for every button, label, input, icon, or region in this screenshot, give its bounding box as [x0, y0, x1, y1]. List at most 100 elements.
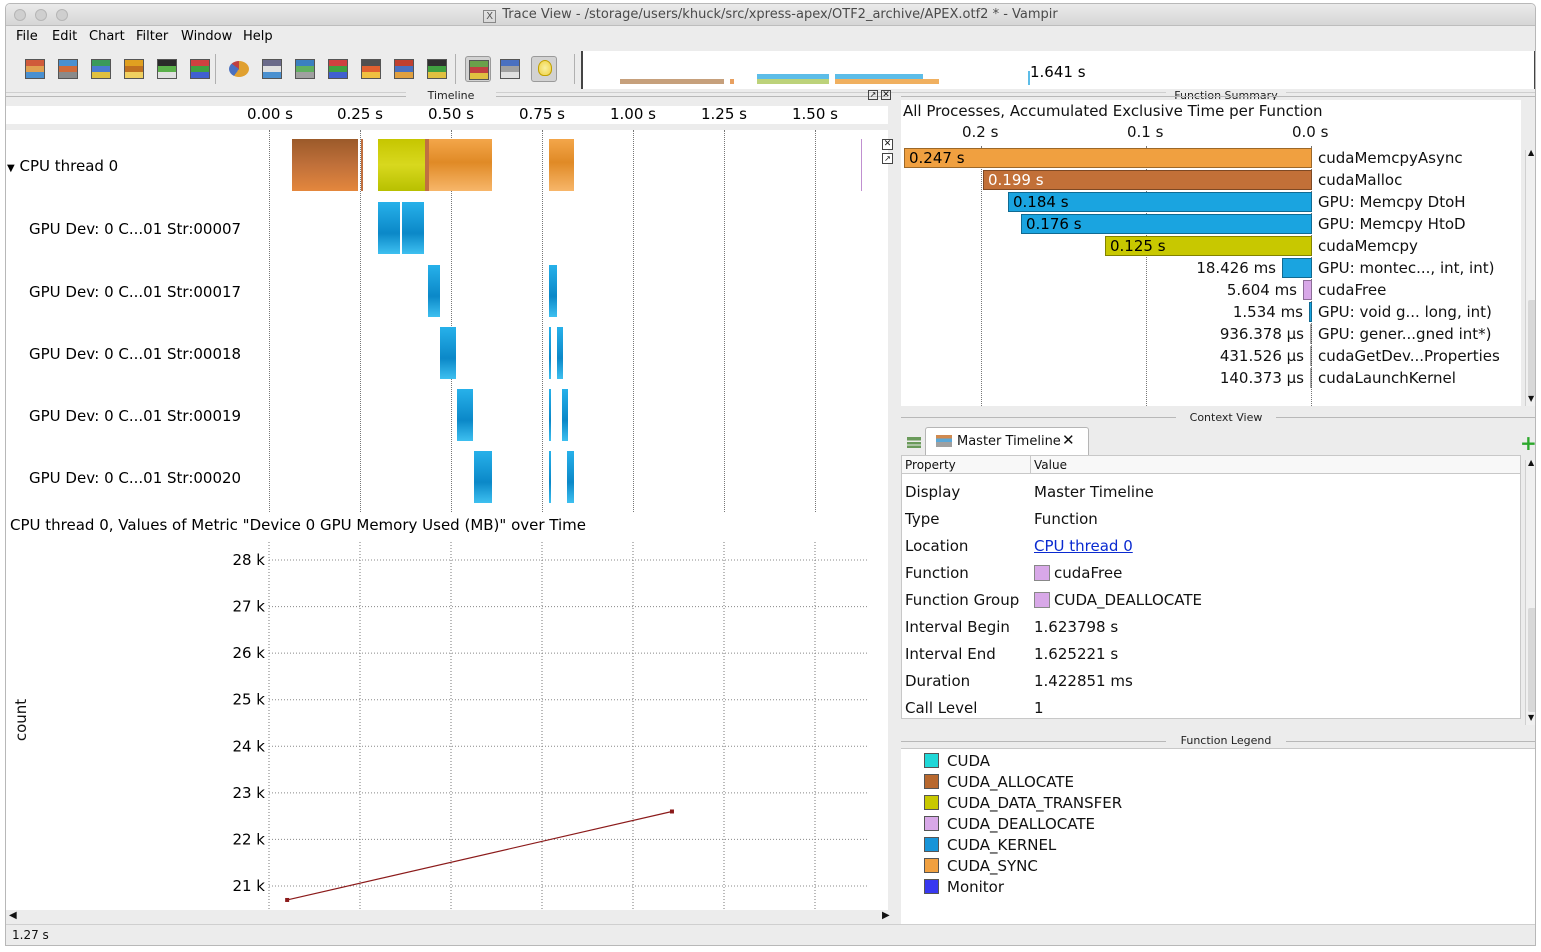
- gpu-kernel-bar[interactable]: [474, 451, 492, 503]
- counter-data-point[interactable]: [669, 809, 674, 814]
- function-summary-bar[interactable]: [1303, 280, 1312, 300]
- process-label[interactable]: GPU Dev: 0 C...01 Str:00017: [29, 283, 241, 301]
- counter-chart[interactable]: 28 k 27 k 26 k 25 k 24 k 23 k 22 k 21 k: [6, 512, 888, 910]
- function-summary-name[interactable]: cudaMalloc: [1318, 171, 1402, 189]
- scroll-thumb[interactable]: [1528, 608, 1535, 712]
- menu-file[interactable]: File: [16, 29, 38, 44]
- cuda-call-bar[interactable]: [361, 139, 363, 191]
- counter-timeline-icon[interactable]: [154, 56, 180, 82]
- process-label[interactable]: GPU Dev: 0 C...01 Str:00019: [29, 407, 241, 425]
- process-row-cpu[interactable]: ▼ CPU thread 0: [7, 157, 118, 175]
- function-summary-name[interactable]: GPU: Memcpy DtoH: [1318, 193, 1466, 211]
- gpu-kernel-bar[interactable]: [549, 265, 557, 317]
- close-tab-icon[interactable]: ✕: [1062, 431, 1075, 449]
- function-summary-name[interactable]: GPU: montec..., int, int): [1318, 259, 1494, 277]
- menu-edit[interactable]: Edit: [52, 29, 77, 44]
- scroll-up-icon[interactable]: ▲: [1528, 458, 1534, 467]
- undock-subpanel-icon[interactable]: ↗: [882, 153, 893, 164]
- undock-icon[interactable]: ↗: [868, 90, 878, 100]
- pin-icon[interactable]: [497, 56, 523, 82]
- cuda-free-bar[interactable]: [861, 139, 862, 191]
- column-divider[interactable]: [1030, 456, 1031, 474]
- scroll-thumb[interactable]: [1528, 300, 1535, 396]
- context-scrollbar[interactable]: ▲ ▼: [1525, 458, 1535, 725]
- process-label[interactable]: GPU Dev: 0 C...01 Str:00018: [29, 345, 241, 363]
- message-statistics-icon[interactable]: [187, 56, 213, 82]
- function-summary-bar[interactable]: [1310, 324, 1312, 344]
- legend-item[interactable]: CUDA_SYNC: [924, 857, 1038, 875]
- scroll-down-icon[interactable]: ▼: [1528, 713, 1534, 722]
- function-summary-name[interactable]: cudaMemcpy: [1318, 237, 1418, 255]
- function-summary-name[interactable]: cudaMemcpyAsync: [1318, 149, 1463, 167]
- menu-help[interactable]: Help: [243, 29, 273, 44]
- function-summary-name[interactable]: cudaGetDev...Properties: [1318, 347, 1500, 365]
- call-tree-icon[interactable]: [391, 56, 417, 82]
- legend-item[interactable]: CUDA_DATA_TRANSFER: [924, 794, 1122, 812]
- function-summary[interactable]: All Processes, Accumulated Exclusive Tim…: [901, 100, 1521, 406]
- function-summary-bar[interactable]: [1309, 302, 1312, 322]
- function-summary-bar[interactable]: [1310, 346, 1312, 366]
- cuda-malloc-bar[interactable]: [292, 139, 358, 191]
- legend-item[interactable]: Monitor: [924, 878, 1004, 896]
- process-summary-icon[interactable]: [292, 56, 318, 82]
- gpu-kernel-bar[interactable]: [440, 327, 456, 379]
- scroll-up-icon[interactable]: ▲: [1528, 148, 1534, 157]
- function-summary-name[interactable]: GPU: Memcpy HtoD: [1318, 215, 1466, 233]
- function-summary-bar[interactable]: [904, 148, 1312, 168]
- communication-matrix-icon[interactable]: [325, 56, 351, 82]
- counter-data-point[interactable]: [285, 897, 290, 902]
- function-summary-name[interactable]: GPU: gener...gned int*): [1318, 325, 1492, 343]
- menu-chart[interactable]: Chart: [89, 29, 125, 44]
- process-label[interactable]: GPU Dev: 0 C...01 Str:00007: [29, 220, 241, 238]
- close-subpanel-icon[interactable]: ✕: [882, 139, 893, 150]
- cuda-memcpy-async-bar[interactable]: [549, 139, 574, 191]
- cuda-memcpy-bar[interactable]: [378, 139, 426, 191]
- add-tab-icon[interactable]: +: [1520, 431, 1535, 455]
- function-summary-name[interactable]: GPU: void g... long, int): [1318, 303, 1492, 321]
- counter-series-line[interactable]: [287, 810, 673, 901]
- gpu-kernel-bar[interactable]: [549, 451, 551, 503]
- function-summary-bar[interactable]: [1282, 258, 1312, 278]
- function-summary-name[interactable]: cudaFree: [1318, 281, 1386, 299]
- gpu-kernel-bar[interactable]: [562, 389, 568, 441]
- scroll-down-icon[interactable]: ▼: [1528, 394, 1534, 403]
- counter-timeline[interactable]: CPU thread 0, Values of Metric "Device 0…: [6, 512, 888, 910]
- context-property-value[interactable]: CPU thread 0: [1034, 537, 1133, 555]
- io-summary-icon[interactable]: [358, 56, 384, 82]
- context-list-icon[interactable]: [907, 437, 921, 448]
- cuda-memcpy-async-bar[interactable]: [429, 139, 492, 191]
- scroll-left-icon[interactable]: ◀: [9, 910, 17, 921]
- collapse-triangle-icon[interactable]: ▼: [7, 163, 15, 174]
- function-summary-icon[interactable]: [226, 56, 252, 82]
- master-timeline-icon[interactable]: [22, 56, 48, 82]
- process-label[interactable]: GPU Dev: 0 C...01 Str:00020: [29, 469, 241, 487]
- column-header-property[interactable]: Property: [905, 458, 956, 472]
- gpu-memcpy-bar[interactable]: [378, 202, 400, 254]
- scroll-right-icon[interactable]: ▶: [882, 910, 890, 921]
- tab-master-timeline[interactable]: Master Timeline ✕: [925, 427, 1089, 455]
- gpu-kernel-bar[interactable]: [567, 451, 574, 503]
- gpu-memcpy-bar[interactable]: [402, 202, 424, 254]
- function-summary-bar[interactable]: [1310, 368, 1312, 388]
- function-summary-scrollbar[interactable]: ▲ ▼: [1525, 148, 1535, 406]
- master-timeline[interactable]: 0.00 s 0.25 s 0.50 s 0.75 s 1.00 s 1.25 …: [6, 105, 888, 512]
- close-panel-icon[interactable]: ✕: [881, 90, 891, 100]
- legend-item[interactable]: CUDA_ALLOCATE: [924, 773, 1074, 791]
- legend-item[interactable]: CUDA_DEALLOCATE: [924, 815, 1095, 833]
- location-link[interactable]: CPU thread 0: [1034, 537, 1133, 555]
- menu-window[interactable]: Window: [181, 29, 232, 44]
- column-header-value[interactable]: Value: [1034, 458, 1067, 472]
- gpu-kernel-bar[interactable]: [428, 265, 440, 317]
- summary-timeline-icon[interactable]: [88, 56, 114, 82]
- gpu-kernel-bar[interactable]: [549, 389, 551, 441]
- legend-item[interactable]: CUDA: [924, 752, 990, 770]
- menu-filter[interactable]: Filter: [136, 29, 168, 44]
- function-summary-name[interactable]: cudaLaunchKernel: [1318, 369, 1456, 387]
- filter-icon[interactable]: [465, 56, 491, 82]
- lightbulb-icon[interactable]: [531, 56, 557, 82]
- process-timeline-icon[interactable]: [55, 56, 81, 82]
- message-summary-icon[interactable]: [259, 56, 285, 82]
- gpu-kernel-bar[interactable]: [557, 327, 563, 379]
- gpu-kernel-bar[interactable]: [549, 327, 551, 379]
- performance-radar-icon[interactable]: [121, 56, 147, 82]
